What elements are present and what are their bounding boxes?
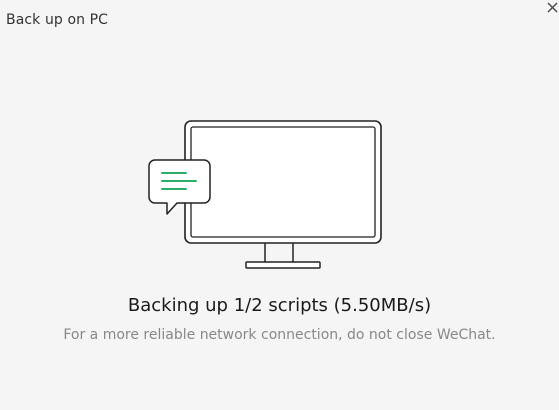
backup-illustration [148,120,382,269]
monitor-icon [184,120,382,269]
backup-hint-text: For a more reliable network connection, … [63,327,496,343]
backup-progress-text: Backing up 1/2 scripts (5.50MB/s) [127,295,432,316]
backup-dialog: Back up on PC Backing up 1/2 scripts (5.… [0,0,559,410]
